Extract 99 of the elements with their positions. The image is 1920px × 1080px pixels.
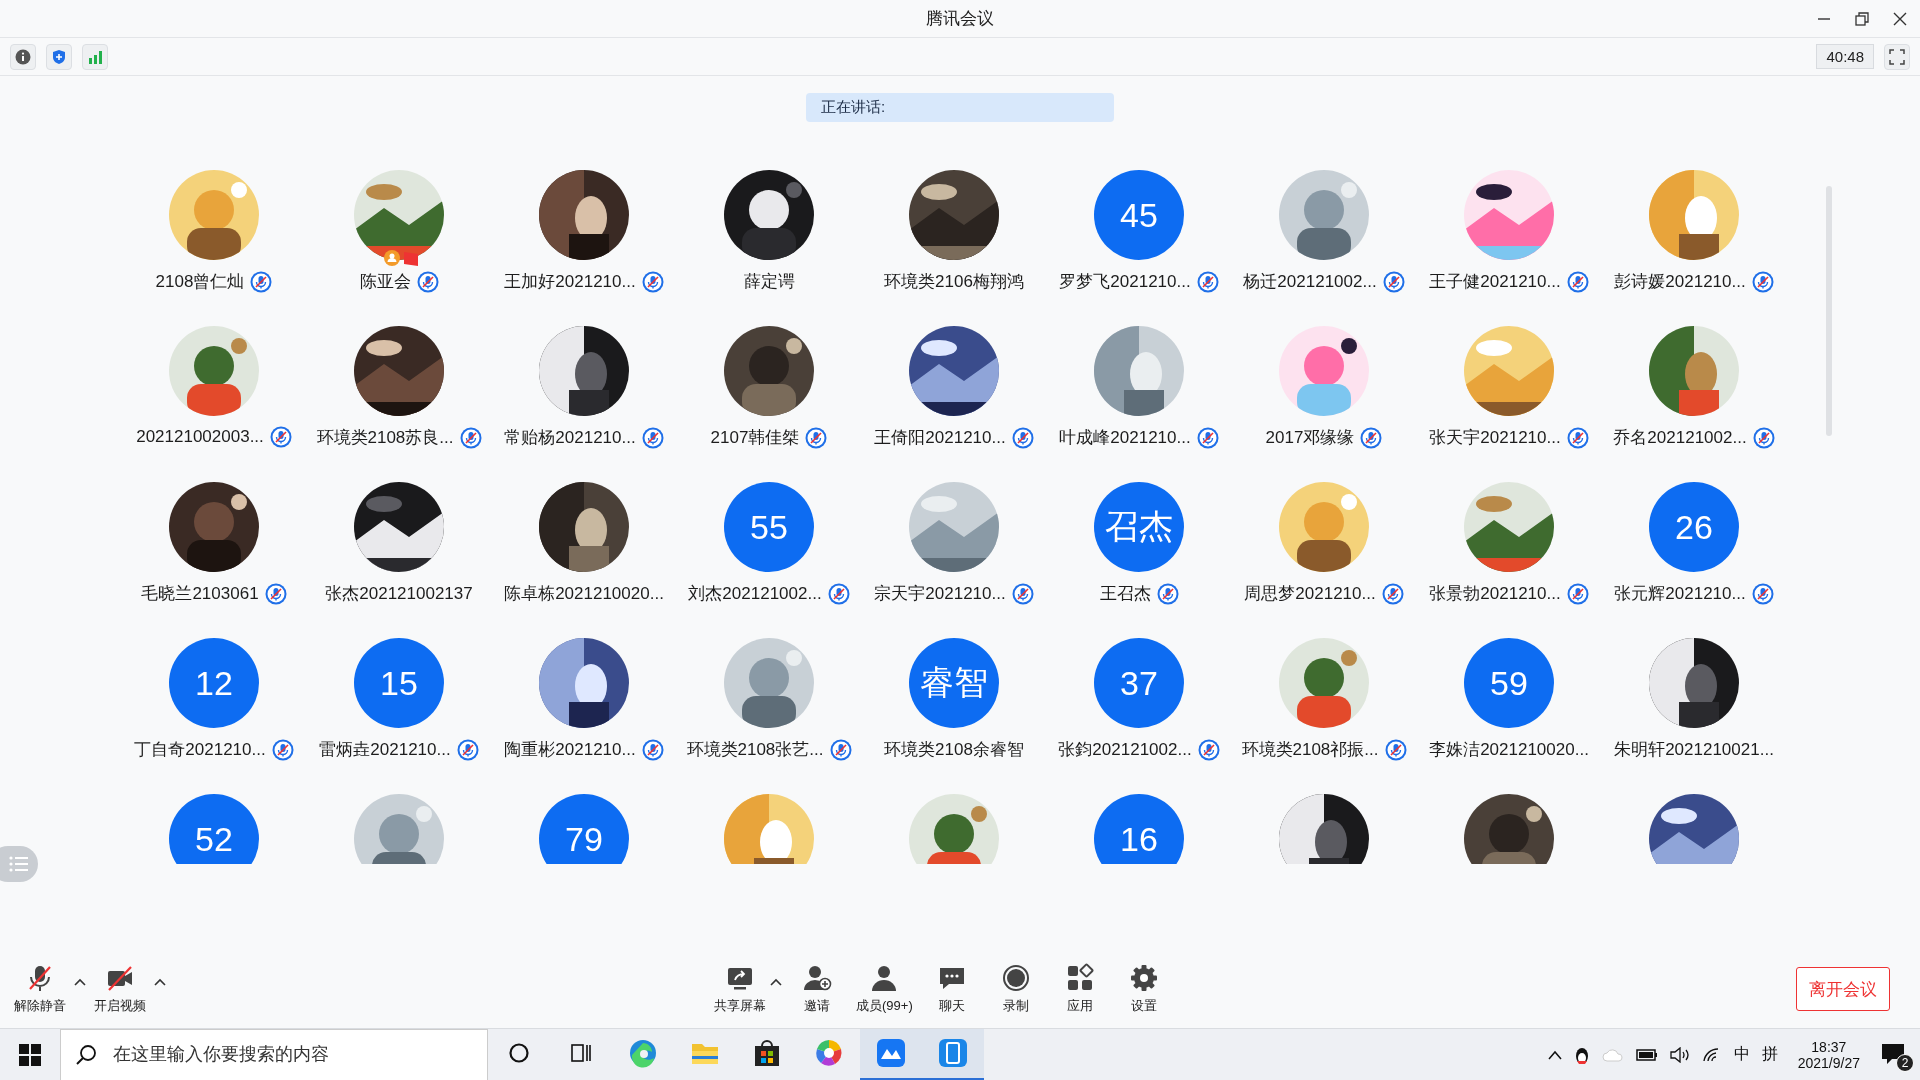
- add-person-icon: [802, 963, 832, 993]
- participant-name: 毛晓兰2103061: [141, 583, 259, 605]
- search-field[interactable]: 在这里输入你要搜索的内容: [111, 1043, 487, 1066]
- participant-name: 乔名202121002...: [1613, 427, 1747, 449]
- fullscreen-button[interactable]: [1884, 43, 1910, 70]
- participant-name: 杨迁202121002...: [1243, 271, 1377, 293]
- participant-name: 朱明轩2021210021...: [1614, 739, 1774, 761]
- restore-icon: [1855, 12, 1869, 26]
- participant-name: 王召杰: [1099, 583, 1151, 605]
- participant-name: 2017邓缘缘: [1265, 427, 1355, 449]
- participant-name: 雷炳垚2021210...: [319, 739, 451, 761]
- participant-name: 环境类2108余睿智: [884, 739, 1024, 761]
- search-icon: [75, 1043, 97, 1066]
- unmute-button[interactable]: 解除静音: [10, 963, 70, 1015]
- speaking-banner: 正在讲话:: [806, 93, 1114, 122]
- shield-icon: [51, 48, 67, 65]
- color-wheel-icon: [814, 1038, 844, 1068]
- list-toggle-button[interactable]: [0, 846, 38, 882]
- participant-name: 叶成峰2021210...: [1059, 427, 1191, 449]
- circle-icon: [508, 1042, 530, 1064]
- participant-name: 陶重彬2021210...: [504, 739, 636, 761]
- avatar: 59: [1464, 638, 1554, 728]
- meeting-app-icon: [876, 1038, 906, 1068]
- meeting-timer: 40:48: [1816, 44, 1874, 69]
- taskbar-clock[interactable]: 18:37 2021/9/27: [1789, 1038, 1868, 1071]
- participant-name: 202121002003...: [136, 427, 264, 447]
- apps-button[interactable]: 应用: [1050, 963, 1109, 1015]
- security-button[interactable]: [46, 43, 72, 70]
- start-video-button[interactable]: 开启视频: [90, 963, 150, 1015]
- notification-icon: [1880, 1041, 1906, 1066]
- settings-icon: [1128, 963, 1159, 993]
- participant-name: 张鈞202121002...: [1058, 739, 1192, 761]
- share-button[interactable]: 共享屏幕: [710, 963, 770, 1015]
- record-icon: [1000, 963, 1031, 993]
- members-button[interactable]: 成员(99+): [852, 963, 917, 1015]
- participant-name: 陈亚会: [359, 271, 411, 293]
- close-icon: [1893, 12, 1907, 26]
- battery-icon: [1635, 1047, 1658, 1062]
- input-mode[interactable]: 拼: [1761, 1044, 1778, 1065]
- avatar: 16: [1094, 794, 1184, 864]
- participant-name: 罗梦飞2021210...: [1059, 271, 1191, 293]
- caret-icon: [770, 978, 782, 986]
- list-icon: [8, 855, 30, 873]
- cloud-icon: [1601, 1047, 1624, 1062]
- participant-name: 环境类2108张艺...: [686, 739, 824, 761]
- participant-name: 环境类2108祁振...: [1241, 739, 1379, 761]
- windows-icon: [19, 1043, 41, 1066]
- avatar: 26: [1649, 482, 1739, 572]
- participant-name: 环境类2108苏良...: [316, 427, 454, 449]
- tablet-icon: [938, 1038, 968, 1068]
- participant-name: 刘杰202121002...: [688, 583, 822, 605]
- leave-meeting-button[interactable]: 离开会议: [1796, 967, 1890, 1011]
- participant-name: 丁自奇2021210...: [134, 739, 266, 761]
- avatar: 睿智: [909, 638, 999, 728]
- invite-button[interactable]: 邀请: [788, 963, 846, 1015]
- participant-name: 王加好2021210...: [504, 271, 636, 293]
- participant-name: 宗天宇2021210...: [874, 583, 1006, 605]
- avatar: 37: [1094, 638, 1184, 728]
- caret-icon: [74, 978, 86, 986]
- participant-name: 张杰202121002137: [325, 583, 473, 605]
- chat-button[interactable]: 聊天: [922, 963, 981, 1015]
- avatar: 15: [354, 638, 444, 728]
- participant-name: 张景勃2021210...: [1429, 583, 1561, 605]
- fullscreen-icon: [1889, 48, 1905, 65]
- signal-button[interactable]: [82, 43, 108, 70]
- participant-name: 张元辉2021210...: [1614, 583, 1746, 605]
- participant-name: 李姝洁2021210020...: [1429, 739, 1589, 761]
- info-button[interactable]: [10, 43, 36, 70]
- participant-name: 陈卓栋2021210020...: [504, 583, 664, 605]
- participant-name: 2108曾仁灿: [155, 271, 245, 293]
- avatar: 55: [724, 482, 814, 572]
- task-view-icon: [570, 1042, 592, 1064]
- avatar: 12: [169, 638, 259, 728]
- participant-name: 2107韩佳桀: [710, 427, 800, 449]
- chevron-up-icon: [1547, 1049, 1562, 1060]
- browser-icon: [628, 1038, 658, 1068]
- volume-icon: [1669, 1046, 1690, 1063]
- search-box[interactable]: 在这里输入你要搜索的内容: [60, 1028, 488, 1080]
- record-button[interactable]: 录制: [986, 963, 1045, 1015]
- avatar: 召杰: [1094, 482, 1184, 572]
- settings-button[interactable]: 设置: [1114, 963, 1173, 1015]
- signal-icon: [87, 48, 103, 65]
- window-title: 腾讯会议: [926, 8, 994, 30]
- participant-name: 薛定谔: [743, 271, 795, 293]
- avatar: 79: [539, 794, 629, 864]
- avatar: 52: [169, 794, 259, 864]
- participant-name: 环境类2106梅翔鸿: [884, 271, 1024, 293]
- participant-name: 彭诗媛2021210...: [1614, 271, 1746, 293]
- participant-name: 常贻杨2021210...: [504, 427, 636, 449]
- store-icon: [753, 1038, 781, 1068]
- notification-count: 2: [1896, 1053, 1914, 1072]
- participant-name: 张天宇2021210...: [1429, 427, 1561, 449]
- participant-name: 王子健2021210...: [1429, 271, 1561, 293]
- info-icon: [15, 48, 31, 65]
- caret-icon: [154, 978, 166, 986]
- input-language[interactable]: 中: [1733, 1044, 1750, 1065]
- participant-name: 王倚阳2021210...: [874, 427, 1006, 449]
- avatar: 45: [1094, 170, 1184, 260]
- participant-name: 周思梦2021210...: [1244, 583, 1376, 605]
